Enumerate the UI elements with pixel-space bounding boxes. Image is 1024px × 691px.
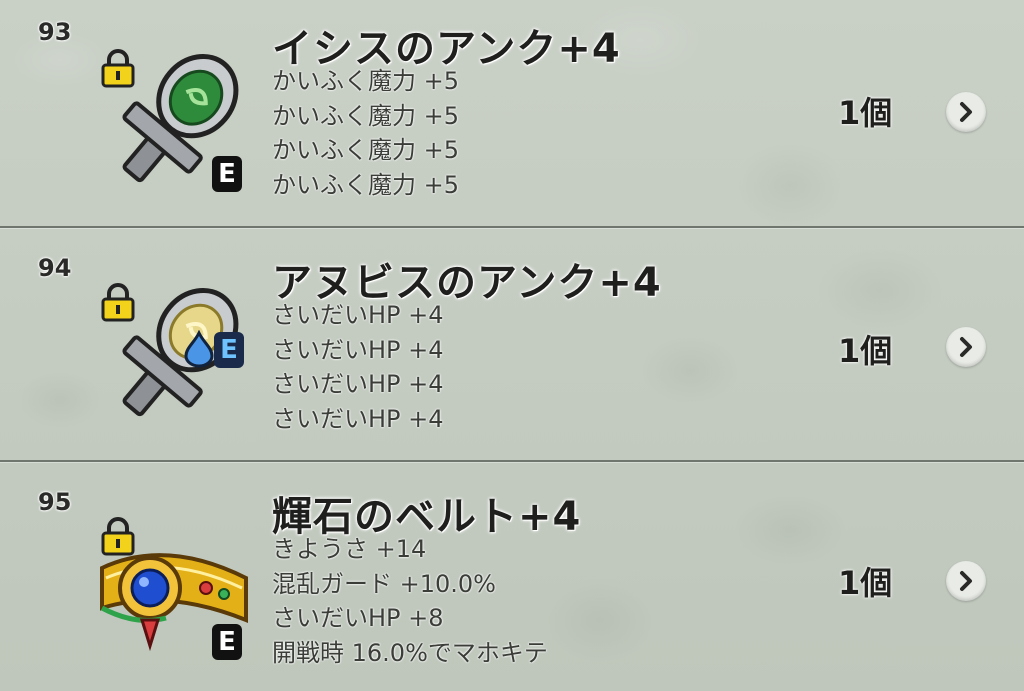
equip-badge: E xyxy=(212,156,242,192)
stat-line: さいだいHP +4 xyxy=(272,370,444,398)
item-row[interactable]: 94 E アヌビスのアンク+4 さいだいHP +4 さいだいHP +4 さいだい… xyxy=(0,228,1024,462)
anubis-ankh-icon: E xyxy=(96,274,256,434)
detail-button[interactable] xyxy=(946,561,986,601)
lock-icon xyxy=(101,49,135,88)
chevron-right-icon xyxy=(960,102,972,122)
isis-ankh-icon: E xyxy=(96,40,256,200)
item-quantity: 1個 xyxy=(838,564,893,602)
detail-button[interactable] xyxy=(946,92,986,132)
lock-icon xyxy=(101,283,135,322)
stat-line: かいふく魔力 +5 xyxy=(272,101,460,130)
equip-badge: E xyxy=(214,332,244,368)
stat-line: 混乱ガード +10.0% xyxy=(272,569,496,598)
item-quantity: 1個 xyxy=(838,94,893,132)
stat-list: かいふく魔力 +5 かいふく魔力 +5 かいふく魔力 +5 かいふく魔力 +5 xyxy=(272,64,459,202)
item-number: 94 xyxy=(38,254,72,282)
water-drop-icon xyxy=(184,330,214,368)
item-number: 93 xyxy=(38,18,72,46)
kiseki-belt-icon: E xyxy=(96,508,256,668)
stat-line: かいふく魔力 +5 xyxy=(272,67,460,95)
stat-line: さいだいHP +4 xyxy=(272,301,444,329)
stat-list: さいだいHP +4 さいだいHP +4 さいだいHP +4 さいだいHP +4 xyxy=(272,298,444,436)
item-number: 95 xyxy=(38,488,72,516)
chevron-right-icon xyxy=(960,337,972,357)
detail-button[interactable] xyxy=(946,327,986,367)
stat-line: 開戦時 16.0%でマホキテ xyxy=(272,638,548,667)
stat-line: かいふく魔力 +5 xyxy=(272,170,460,199)
stat-line: さいだいHP +4 xyxy=(272,404,444,433)
stat-line: さいだいHP +4 xyxy=(272,335,444,364)
stat-line: きようさ +14 xyxy=(272,535,427,563)
stat-list: きようさ +14 混乱ガード +10.0% さいだいHP +8 開戦時 16.0… xyxy=(272,532,548,670)
item-row[interactable]: 93 E イシスのアンク+4 かいふく魔力 +5 かいふく魔力 +5 かいふく魔… xyxy=(0,0,1024,228)
lock-icon xyxy=(101,517,135,556)
chevron-right-icon xyxy=(960,571,972,591)
item-quantity: 1個 xyxy=(838,332,893,370)
item-row[interactable]: 95 E 輝石のベルト+4 きようさ +14 混乱ガード +10.0% さいだい… xyxy=(0,462,1024,691)
stat-line: さいだいHP +8 xyxy=(272,604,444,632)
stat-line: かいふく魔力 +5 xyxy=(272,136,460,164)
equip-badge: E xyxy=(212,624,242,660)
